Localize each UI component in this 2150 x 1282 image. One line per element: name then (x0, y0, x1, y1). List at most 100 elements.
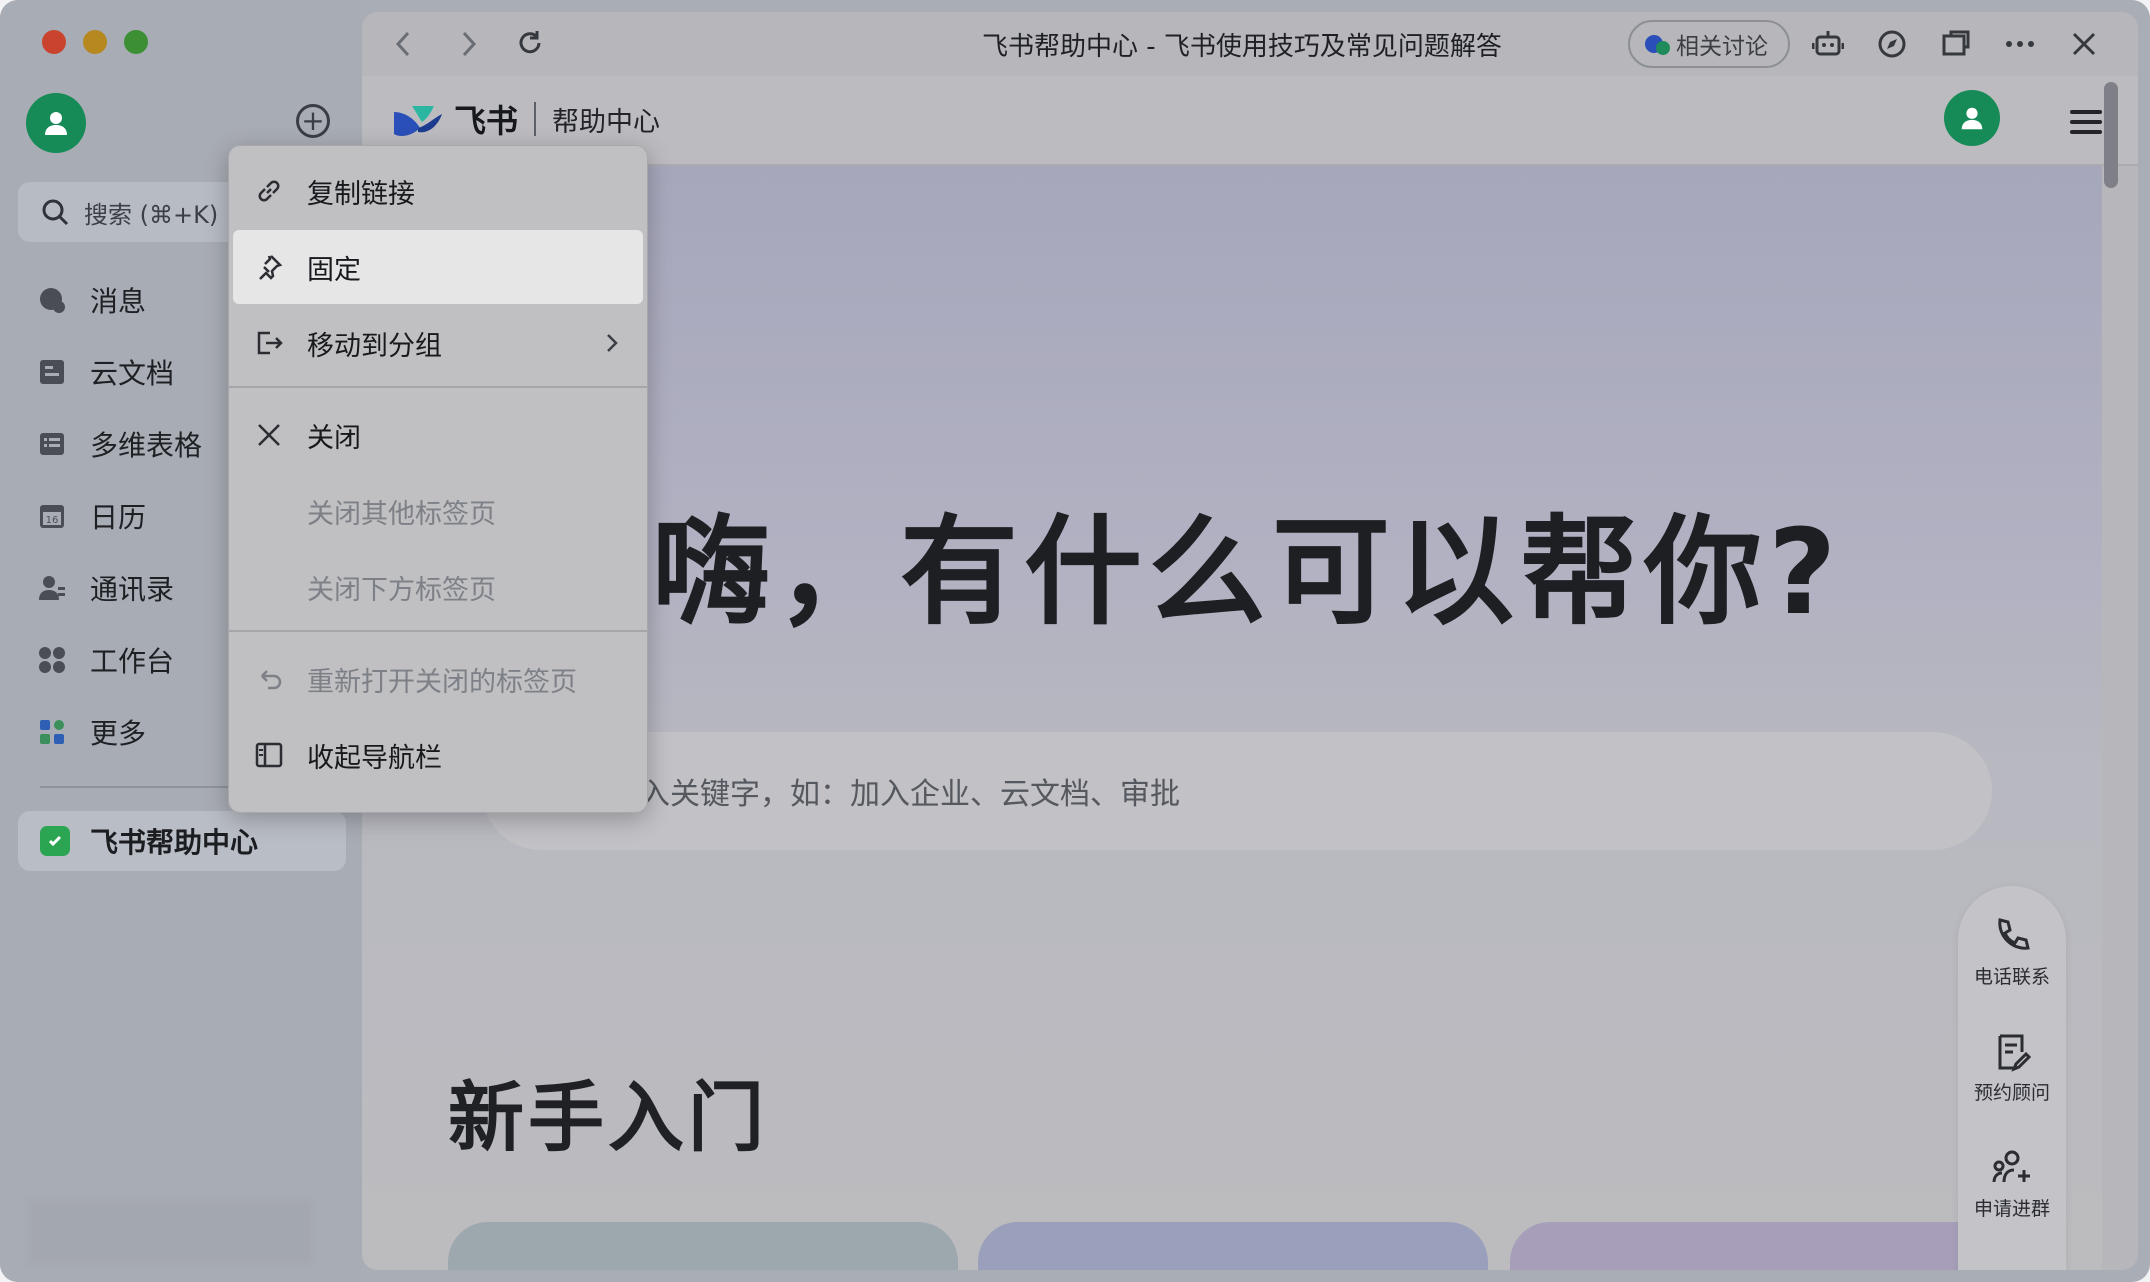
chevron-right-icon (462, 31, 477, 57)
menu-item-close-others: 关闭其他标签页 (233, 474, 643, 548)
sidebar-item-label: 日历 (90, 501, 147, 534)
docs-icon (36, 356, 68, 388)
back-button[interactable] (388, 28, 420, 60)
close-window-button[interactable] (42, 30, 66, 54)
new-window-button[interactable] (1940, 28, 1972, 60)
sidebar-item-label: 多维表格 (90, 429, 203, 462)
help-search-input[interactable]: 输入关键字，如：加入企业、云文档、审批 (482, 732, 1992, 850)
avatar[interactable] (26, 93, 86, 153)
getting-started-card[interactable] (978, 1222, 1488, 1270)
brand-divider (534, 102, 537, 136)
phone-icon (1998, 918, 2030, 950)
contacts-icon (36, 572, 68, 604)
menu-item-label: 收起导航栏 (307, 742, 442, 774)
menu-item-reopen-closed: 重新打开关闭的标签页 (233, 642, 643, 716)
plus-icon: + (301, 104, 325, 137)
brand[interactable]: 飞书 帮助中心 (392, 96, 660, 142)
sidebar-item-messages[interactable]: 消息 (36, 280, 146, 320)
chevron-left-icon (395, 31, 410, 57)
blurred-area (30, 1200, 312, 1264)
shield-check-icon (40, 826, 70, 856)
sidebar-item-base[interactable]: 多维表格 (36, 424, 202, 464)
header-avatar[interactable] (1944, 90, 2000, 146)
related-discussion-button[interactable]: 相关讨论 (1628, 20, 1790, 68)
join-group-label: 申请进群 (1973, 1198, 2050, 1220)
ellipsis-icon (2006, 41, 2034, 47)
add-group-icon (1992, 1150, 2030, 1183)
menu-item-label: 关闭其他标签页 (307, 498, 496, 530)
chevron-right-icon (607, 334, 618, 352)
app-window: + 搜索 (⌘+K) 消息 云文档 多维表格 16 日历 通讯录 工作台 更多 … (0, 0, 2150, 1282)
sidebar-item-contacts[interactable]: 通讯录 (36, 568, 174, 608)
menu-separator (229, 386, 647, 388)
sidebar-item-docs[interactable]: 云文档 (36, 352, 174, 392)
close-tab-button[interactable] (2068, 28, 2100, 60)
sidebar-item-label: 更多 (90, 717, 147, 750)
phone-contact-label: 电话联系 (1973, 966, 2050, 988)
book-advisor-label: 预约顾问 (1973, 1082, 2050, 1104)
title-bar: 飞书帮助中心 - 飞书使用技巧及常见问题解答 相关讨论 (362, 12, 2138, 76)
calendar-icon: 16 (36, 500, 68, 532)
more-icon (36, 716, 68, 748)
menu-item-label: 复制链接 (307, 178, 415, 210)
user-icon (1961, 107, 1983, 130)
pin-icon (253, 251, 285, 283)
sidebar-item-label: 消息 (90, 285, 147, 318)
link-icon (253, 175, 285, 207)
help-search-placeholder: 输入关键字，如：加入企业、云文档、审批 (610, 777, 1180, 812)
menu-item-label: 关闭下方标签页 (307, 574, 496, 606)
more-options-button[interactable] (2004, 28, 2036, 60)
reload-button[interactable] (514, 28, 546, 60)
undo-icon (253, 663, 285, 695)
search-placeholder: 搜索 (⌘+K) (84, 200, 219, 229)
discussion-label: 相关讨论 (1676, 34, 1768, 60)
minimize-window-button[interactable] (83, 30, 107, 54)
sidebar-item-workplace[interactable]: 工作台 (36, 640, 174, 680)
calendar-badge: 16 (46, 515, 59, 526)
getting-started-card[interactable] (448, 1222, 958, 1270)
menu-item-copy-link[interactable]: 复制链接 (233, 154, 643, 228)
phone-contact-button[interactable]: 电话联系 (1958, 916, 2066, 989)
menu-item-move-to-group[interactable]: 移动到分组 (233, 306, 643, 380)
menu-item-spacer (253, 571, 285, 603)
sidebar-item-more[interactable]: 更多 (36, 712, 146, 752)
join-group-button[interactable]: 申请进群 (1958, 1148, 2066, 1221)
tab-context-menu: 复制链接 固定 移动到分组 关闭 关闭其他标签页 关闭下方标签页 重新打开关闭的… (228, 145, 648, 813)
edit-note-icon (1998, 1034, 2032, 1072)
section-title: 新手入门 (448, 1073, 768, 1162)
sidebar-tab-help-center[interactable]: 飞书帮助中心 (18, 811, 346, 871)
contact-panel: 电话联系 预约顾问 申请进群 (1958, 886, 2066, 1270)
bot-button[interactable] (1812, 28, 1844, 60)
menu-button[interactable] (2070, 110, 2102, 134)
hero-title: 嗨，有什么可以帮你? (652, 503, 1843, 641)
add-button[interactable]: + (296, 104, 330, 138)
sidebar-collapse-icon (253, 739, 285, 771)
book-advisor-button[interactable]: 预约顾问 (1958, 1032, 2066, 1105)
window-title: 飞书帮助中心 - 飞书使用技巧及常见问题解答 (982, 32, 1502, 62)
zoom-window-button[interactable] (124, 30, 148, 54)
table-icon (36, 428, 68, 460)
menu-item-label: 移动到分组 (307, 330, 442, 362)
forward-button[interactable] (452, 28, 484, 60)
getting-started-card[interactable] (1510, 1222, 2020, 1270)
scrollbar[interactable] (2104, 82, 2118, 188)
menu-item-pin[interactable]: 固定 (233, 230, 643, 304)
hamburger-line (2070, 130, 2102, 134)
reload-icon (519, 31, 541, 54)
robot-icon (1812, 31, 1844, 56)
compass-icon (1878, 30, 1906, 58)
menu-item-collapse-nav[interactable]: 收起导航栏 (233, 718, 643, 792)
menu-separator (229, 630, 647, 632)
search-icon (42, 199, 69, 226)
menu-item-label: 重新打开关闭的标签页 (307, 666, 577, 698)
menu-item-close[interactable]: 关闭 (233, 398, 643, 472)
move-icon (253, 327, 285, 359)
menu-item-spacer (253, 495, 285, 527)
brand-name: 飞书 (454, 102, 519, 140)
hamburger-line (2070, 120, 2102, 124)
compass-button[interactable] (1876, 28, 1908, 60)
discussion-icon (1644, 33, 1670, 55)
brand-subtitle: 帮助中心 (552, 106, 661, 138)
sidebar-item-calendar[interactable]: 16 日历 (36, 496, 146, 536)
user-icon (45, 112, 67, 135)
